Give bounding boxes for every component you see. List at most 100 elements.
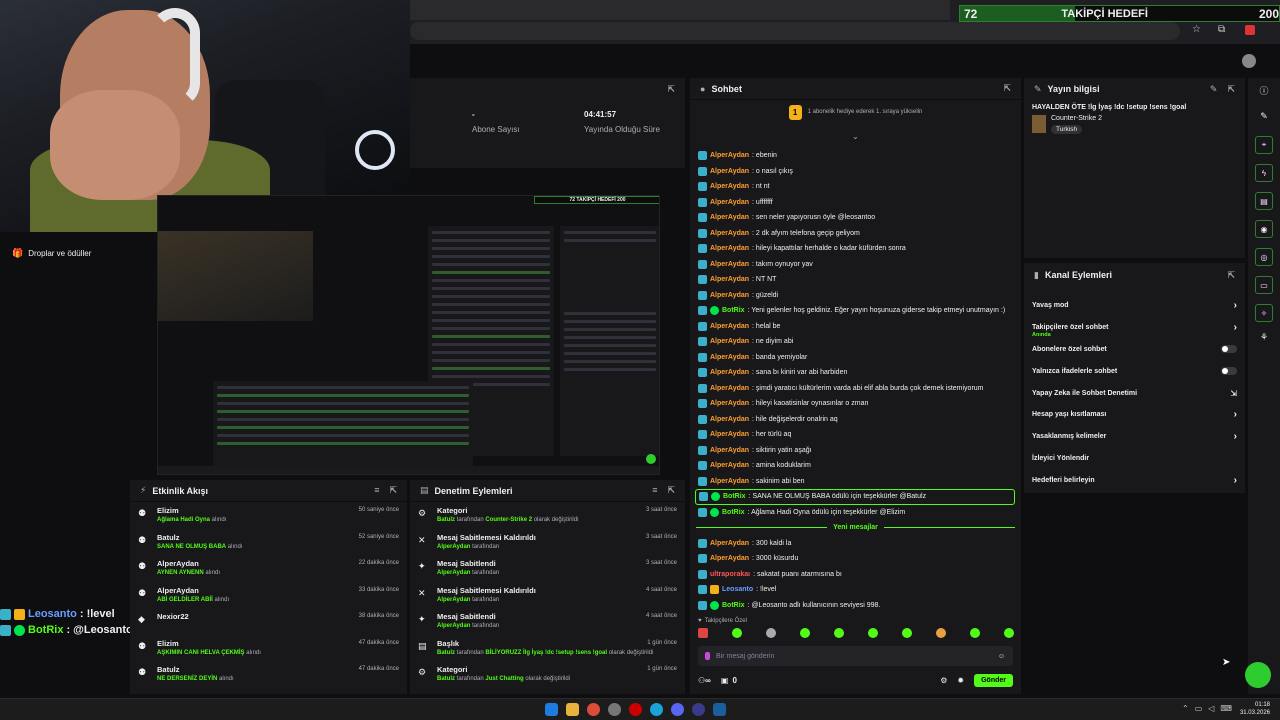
channel-action-row[interactable]: Yavaş mod › — [1024, 295, 1245, 317]
chat-username[interactable]: AlperAydan — [710, 183, 749, 190]
app-icon[interactable] — [608, 703, 621, 716]
chat-username[interactable]: Leosanto — [722, 586, 753, 593]
feed-row[interactable]: ⚉ Elizim AŞKIMIN CANI HELVA ÇEKMİŞ alındı 4… — [130, 635, 407, 662]
chat-message[interactable]: ultraporakaı: sakatat puanı atarmısına b… — [690, 567, 1021, 583]
feed-row[interactable]: ⚉ Elizim Ağlama Hadi Oyna alındı 50 saniye … — [130, 502, 407, 529]
address-bar[interactable] — [410, 22, 1180, 40]
chat-username[interactable]: AlperAydan — [710, 431, 749, 438]
chat-username[interactable]: AlperAydan — [710, 354, 749, 361]
chat-username[interactable]: AlperAydan — [710, 214, 749, 221]
windows-start-icon[interactable] — [545, 703, 558, 716]
chat-message[interactable]: BotRix: Ağlama Hadi Oyna ödülü için teşe… — [690, 505, 1021, 521]
popout-icon[interactable]: ⇱ — [1227, 84, 1235, 95]
chevron-right-icon[interactable]: › — [1234, 409, 1237, 420]
discord-icon[interactable] — [671, 703, 684, 716]
channel-action-row[interactable]: Abonelere özel sohbet — [1024, 339, 1245, 361]
chevron-right-icon[interactable]: › — [1234, 475, 1237, 486]
send-button[interactable]: Gönder — [974, 673, 1013, 687]
chat-username[interactable]: AlperAydan — [710, 168, 749, 175]
chat-icon[interactable]: ◉ — [1255, 220, 1273, 238]
emote-icon[interactable] — [936, 628, 946, 638]
mod-row[interactable]: ✕ Mesaj Sabitlemesi Kaldırıldı AlperAydan … — [410, 529, 685, 556]
chat-message[interactable]: BotRix: @Leosanto adlı kullanıcının sevi… — [690, 598, 1021, 614]
chat-message[interactable]: AlperAydan: ufffffff — [690, 195, 1021, 211]
pinned-gift-banner[interactable]: 1 1 abonelik hediye ederek 1. sıraya yük… — [690, 100, 1021, 124]
chat-message[interactable]: AlperAydan: hileyi kapattılar herhalde o… — [690, 241, 1021, 257]
emote-icon[interactable] — [1004, 628, 1014, 638]
chevron-down-icon[interactable]: ⌄ — [852, 132, 859, 141]
channel-action-row[interactable]: Yalnızca ifadelerle sohbet — [1024, 360, 1245, 382]
chevron-right-icon[interactable]: › — [1234, 431, 1237, 442]
chat-message[interactable]: AlperAydan: şimdi yaratıcı kültürlerim v… — [690, 381, 1021, 397]
chat-username[interactable]: AlperAydan — [710, 199, 749, 206]
chat-message[interactable]: AlperAydan: her türlü aq — [690, 427, 1021, 443]
emoji-icon[interactable]: ☺ — [998, 653, 1005, 660]
info-icon[interactable]: ⓘ — [1248, 84, 1280, 97]
chat-message[interactable]: AlperAydan: 2 dk afyım telefona geçip ge… — [690, 226, 1021, 242]
emote-icon[interactable] — [698, 628, 708, 638]
mod-row[interactable]: ✕ Mesaj Sabitlemesi Kaldırıldı AlperAydan … — [410, 582, 685, 609]
chat-message[interactable]: Leosanto: !level — [690, 582, 1021, 598]
chat-message[interactable]: AlperAydan: o nasıl çıkış — [690, 164, 1021, 180]
popout-icon[interactable]: ⇱ — [1227, 270, 1235, 281]
chat-message[interactable]: AlperAydan: sana bı kiniri var abi harbi… — [690, 365, 1021, 381]
feed-row[interactable]: ⚉ AlperAydan AYNEN AYNENN alındı 22 dakika … — [130, 555, 407, 582]
mod-row[interactable]: ⚙ Kategori Batulz tarafından Just Chatting… — [410, 661, 685, 688]
chat-message[interactable]: AlperAydan: güzeldi — [690, 288, 1021, 304]
chat-message[interactable]: AlperAydan: helal be — [690, 319, 1021, 335]
obs-icon[interactable] — [692, 703, 705, 716]
channel-action-row[interactable]: Yasaklanmış kelimeler › — [1024, 426, 1245, 448]
users-icon[interactable]: ⚇∞ — [698, 676, 711, 685]
chat-message[interactable]: AlperAydan: sakinim abi ben — [690, 474, 1021, 490]
chat-message[interactable]: AlperAydan: hile değişelerdir onalrin aq — [690, 412, 1021, 428]
system-tray-icons[interactable]: ⌃▭◁⌨ — [1182, 704, 1238, 713]
emote-icon[interactable] — [902, 628, 912, 638]
chat-message[interactable]: AlperAydan: 300 kaldi la — [690, 536, 1021, 552]
popout-icon[interactable]: ⇱ — [667, 84, 675, 95]
profile-avatar[interactable] — [1242, 54, 1256, 68]
chat-username[interactable]: BotRix — [723, 493, 746, 500]
gear-icon[interactable]: ⚙ — [940, 676, 947, 685]
channel-action-row[interactable]: Hesap yaşı kısıtlaması › — [1024, 404, 1245, 426]
bolt-icon[interactable]: ϟ — [1255, 164, 1273, 182]
kick-logo-button[interactable] — [1245, 662, 1271, 688]
chat-message[interactable]: AlperAydan: 3000 küsurdu — [690, 551, 1021, 567]
chat-message[interactable]: BotRix: Yeni gelenler hoş geldiniz. Eğer… — [690, 303, 1021, 319]
sidebar-item-drops[interactable]: 🎁 Droplar ve ödüller — [12, 248, 91, 259]
popout-icon[interactable]: ⇱ — [389, 485, 397, 496]
opera-icon[interactable] — [629, 703, 642, 716]
chat-username[interactable]: AlperAydan — [710, 540, 749, 547]
bookmark-star-icon[interactable]: ☆ — [1192, 24, 1201, 35]
emote-icon[interactable] — [868, 628, 878, 638]
toggle-switch[interactable] — [1221, 367, 1237, 376]
filter-icon[interactable]: ≡ — [652, 485, 657, 496]
popout-icon[interactable]: ⇱ — [1003, 83, 1011, 94]
chat-message[interactable]: AlperAydan: NT NT — [690, 272, 1021, 288]
monitor-icon[interactable]: ▭ — [1255, 276, 1273, 294]
filter-icon[interactable]: ≡ — [374, 485, 379, 496]
chat-input[interactable]: Bir mesaj gönderin ☺ — [698, 646, 1013, 666]
chat-username[interactable]: AlperAydan — [710, 369, 749, 376]
crosshair-icon[interactable]: ⌖ — [1255, 136, 1273, 154]
chat-username[interactable]: AlperAydan — [710, 338, 749, 345]
channel-action-row[interactable]: Takipçilere özel sohbet Anında › — [1024, 317, 1245, 339]
chat-username[interactable]: BotRix — [722, 307, 745, 314]
chat-username[interactable]: AlperAydan — [710, 478, 749, 485]
emote-icon[interactable] — [834, 628, 844, 638]
toggle-switch[interactable] — [1221, 345, 1237, 354]
document-icon[interactable]: ▤ — [1255, 192, 1273, 210]
feed-row[interactable]: ⚉ Batulz SANA NE OLMUŞ BABA alındı 52 saniy… — [130, 529, 407, 556]
chat-username[interactable]: AlperAydan — [710, 400, 749, 407]
browser-tab-strip[interactable] — [410, 0, 950, 20]
chat-username[interactable]: AlperAydan — [710, 230, 749, 237]
chat-message[interactable]: AlperAydan: takım oynuyor yav — [690, 257, 1021, 273]
chat-username[interactable]: AlperAydan — [710, 416, 749, 423]
broadcast-icon[interactable]: ◎ — [1255, 248, 1273, 266]
chat-message[interactable]: AlperAydan: amina koduklarim — [690, 458, 1021, 474]
chat-username[interactable]: AlperAydan — [710, 385, 749, 392]
emote-icon[interactable] — [800, 628, 810, 638]
mod-row[interactable]: ▤ Başlık Batulz tarafından BİLİYORUZZ İlg … — [410, 635, 685, 662]
emote-icon[interactable] — [732, 628, 742, 638]
share-icon[interactable]: ⚘ — [1248, 332, 1280, 343]
taskbar-clock[interactable]: 01:18 31.03.2026 — [1240, 701, 1270, 717]
